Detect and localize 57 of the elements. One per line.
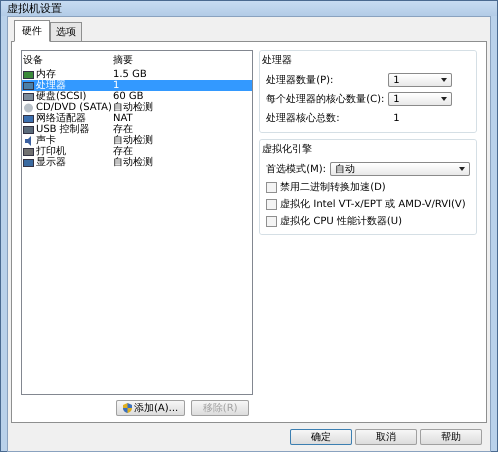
device-summary: 1.5 GB (113, 69, 148, 80)
device-summary: 1 (113, 80, 120, 91)
group-title: 处理器 (262, 54, 294, 67)
dropdown[interactable]: 1 (388, 73, 452, 87)
checkbox[interactable] (266, 198, 278, 210)
device-name: 硬盘(SCSI) (36, 91, 86, 102)
device-summary: NAT (113, 113, 134, 124)
checkbox[interactable] (266, 216, 278, 226)
tab[interactable]: 硬件 (14, 20, 50, 42)
device-name: USB 控制器 (36, 124, 90, 135)
dropdown[interactable]: 自动 (330, 162, 470, 176)
checkbox[interactable] (266, 182, 278, 192)
shield-icon (123, 403, 132, 413)
disc-icon (23, 102, 34, 112)
device-name: CD/DVD (SATA) (36, 102, 112, 113)
device-row[interactable]: 硬盘(SCSI) 60 GB (22, 91, 252, 102)
device-summary: 自动检测 (113, 102, 154, 113)
dropdown-caret-icon (441, 78, 448, 82)
dialog-button[interactable]: 取消 (355, 429, 417, 445)
device-name: 显示器 (36, 157, 66, 168)
speaker-icon (23, 136, 34, 146)
checkbox-label: 虚拟化 CPU 性能计数器(U) (280, 214, 402, 228)
device-row[interactable]: 打印机 存在 (22, 146, 252, 157)
column-header[interactable]: 设备 (23, 54, 113, 68)
device-summary: 存在 (113, 124, 133, 135)
field-label: 处理器数量(P): (266, 74, 334, 87)
checkbox-label: 禁用二进制转换加速(D) (280, 180, 386, 194)
device-name: 声卡 (36, 135, 56, 146)
device-row[interactable]: 内存 1.5 GB (22, 69, 252, 80)
device-row[interactable]: USB 控制器 存在 (22, 124, 252, 135)
field-label: 每个处理器的核心数量(C): (266, 92, 386, 106)
device-name: 网络适配器 (36, 113, 86, 124)
field-label: 处理器核心总数: (266, 112, 341, 125)
device-row[interactable]: 网络适配器 NAT (22, 113, 252, 124)
device-row[interactable]: CD/DVD (SATA)自动检测 (22, 102, 252, 113)
window-title: 虚拟机设置 (7, 1, 62, 16)
device-row[interactable]: 声卡 自动检测 (22, 135, 252, 146)
tab[interactable]: 选项 (50, 22, 82, 42)
dialog-button[interactable]: 帮助 (420, 429, 482, 445)
dropdown-caret-icon (441, 97, 448, 101)
device-name: 处理器 (36, 80, 66, 91)
device-row[interactable]: 显示器 自动检测 (22, 157, 252, 168)
dialog-button[interactable]: 确定 (290, 429, 352, 445)
group-title: 虚拟化引擎 (262, 142, 314, 156)
device-name: 打印机 (36, 146, 66, 157)
column-header[interactable]: 摘要 (113, 54, 252, 68)
field-value: 1 (392, 112, 400, 124)
device-button[interactable]: 添加(A)... (116, 400, 186, 416)
device-name: 内存 (36, 69, 56, 80)
dropdown-caret-icon (459, 167, 465, 171)
checkbox-label: 虚拟化 Intel VT-x/EPT 或 AMD-V/RVI(V) (280, 198, 466, 211)
device-summary: 自动检测 (113, 157, 154, 168)
device-summary: 自动检测 (113, 135, 154, 146)
device-summary: 存在 (113, 146, 133, 157)
field-label: 首选模式(M): (266, 162, 326, 176)
dropdown[interactable]: 1 (388, 92, 452, 106)
device-summary: 60 GB (113, 91, 144, 102)
